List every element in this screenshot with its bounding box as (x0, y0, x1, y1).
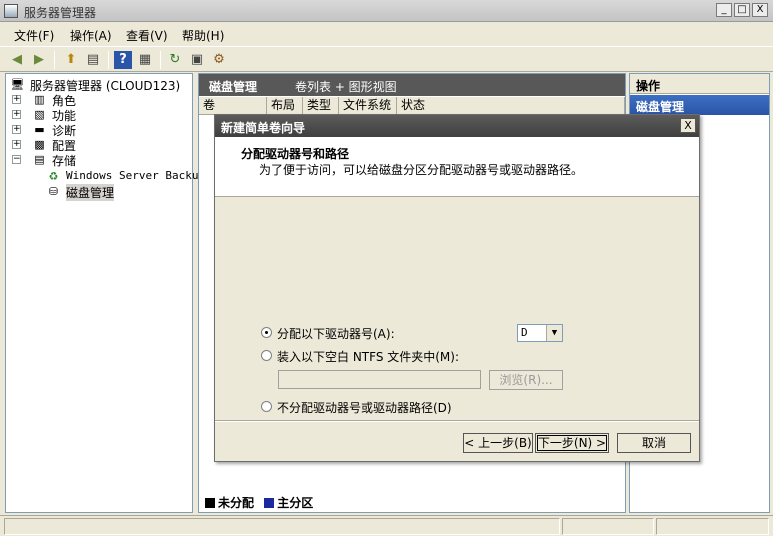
storage-icon: ▤ (34, 153, 45, 166)
navigation-tree: 🖥 服务器管理器 (CLOUD123) + ▥ 角色 + ▧ 功能 + ▬ 诊断… (5, 73, 206, 513)
step-description: 为了便于访问，可以给磁盘分区分配驱动器号或驱动器路径。 (259, 163, 584, 177)
properties-icon[interactable]: ▦ (136, 51, 154, 69)
expand-icon[interactable]: + (12, 95, 21, 104)
toolbar-separator (54, 51, 55, 69)
dialog-header: 分配驱动器号和路径 为了便于访问，可以给磁盘分区分配驱动器号或驱动器路径。 (215, 137, 699, 197)
column-layout[interactable]: 布局 (267, 97, 303, 115)
column-type[interactable]: 类型 (303, 97, 339, 115)
status-bar (0, 515, 773, 536)
window-titlebar: 服务器管理器 _ □ X (0, 0, 773, 22)
server-manager-icon (4, 4, 18, 18)
dialog-title: 新建简单卷向导 (215, 115, 699, 137)
radio-no-assign[interactable] (261, 401, 272, 412)
folder-path-input[interactable] (278, 370, 481, 389)
back-icon[interactable]: ◀ (8, 51, 26, 69)
dialog-separator (215, 420, 699, 422)
menu-action[interactable]: 操作(A) (70, 27, 112, 44)
menu-file[interactable]: 文件(F) (14, 27, 54, 44)
browse-button[interactable]: 浏览(R)... (489, 370, 563, 390)
tree-item-features[interactable]: + ▧ 功能 (12, 107, 182, 123)
disk-legend: 未分配 主分区 (205, 494, 313, 511)
close-button[interactable]: X (752, 3, 768, 17)
actions-header: 操作 (630, 74, 769, 94)
show-hide-tree-icon[interactable]: ▤ (84, 51, 102, 69)
actions-section-disk-management[interactable]: 磁盘管理 (630, 95, 769, 115)
features-icon: ▧ (34, 108, 45, 121)
backup-icon: ♻ (48, 170, 59, 183)
collapse-icon[interactable]: − (12, 155, 21, 164)
export-icon[interactable]: ▣ (188, 51, 206, 69)
disk-icon: ⛁ (48, 185, 59, 198)
expand-icon[interactable]: + (12, 110, 21, 119)
column-status[interactable]: 状态 (397, 97, 625, 115)
next-button[interactable]: 下一步(N) > (535, 433, 609, 453)
dialog-close-button[interactable]: X (680, 118, 696, 133)
tree-item-configuration[interactable]: + ▩ 配置 (12, 137, 182, 153)
cancel-button[interactable]: 取消 (617, 433, 691, 453)
menu-bar: 文件(F) 操作(A) 查看(V) 帮助(H) (0, 22, 773, 46)
legend-primary: 主分区 (277, 496, 314, 510)
configuration-icon: ▩ (34, 138, 45, 151)
legend-unallocated: 未分配 (218, 496, 255, 510)
forward-icon[interactable]: ▶ (30, 51, 48, 69)
tree-item-diagnostics[interactable]: + ▬ 诊断 (12, 122, 182, 138)
expand-icon[interactable]: + (12, 140, 21, 149)
settings-icon[interactable]: ⚙ (210, 51, 228, 69)
view-label: 卷列表 + 图形视图 (295, 80, 397, 94)
toolbar: ◀ ▶ ⬆ ▤ ? ▦ ↻ ▣ ⚙ (0, 46, 773, 72)
tree-item-windows-server-backup[interactable]: ♻ Windows Server Backup (46, 169, 206, 184)
legend-swatch-unallocated (205, 498, 215, 508)
new-simple-volume-wizard: 新建简单卷向导 X 分配驱动器号和路径 为了便于访问，可以给磁盘分区分配驱动器号… (214, 114, 700, 462)
menu-view[interactable]: 查看(V) (126, 27, 168, 44)
pane-title: 磁盘管理 (209, 80, 258, 94)
tree-item-disk-management[interactable]: ⛁ 磁盘管理 (46, 184, 192, 201)
legend-swatch-primary (264, 498, 275, 508)
up-folder-icon[interactable]: ⬆ (62, 51, 80, 69)
roles-icon: ▥ (34, 93, 45, 106)
status-cell (656, 518, 769, 535)
minimize-button[interactable]: _ (716, 3, 732, 17)
tree-item-roles[interactable]: + ▥ 角色 (12, 92, 182, 108)
menu-help[interactable]: 帮助(H) (182, 27, 224, 44)
refresh-icon[interactable]: ↻ (166, 51, 184, 69)
center-header: 磁盘管理 卷列表 + 图形视图 (199, 74, 625, 96)
drive-letter-select[interactable]: D ▼ (517, 324, 563, 342)
diagnostics-icon: ▬ (34, 123, 45, 136)
back-button[interactable]: < 上一步(B) (463, 433, 533, 453)
radio-assign-drive-letter[interactable] (261, 327, 272, 338)
status-cell (4, 518, 560, 535)
status-cell (562, 518, 654, 535)
column-filesystem[interactable]: 文件系统 (339, 97, 397, 115)
dialog-body: 分配以下驱动器号(A): D ▼ 装入以下空白 NTFS 文件夹中(M): 浏览… (215, 198, 699, 420)
maximize-button[interactable]: □ (734, 3, 750, 17)
step-title: 分配驱动器号和路径 (241, 147, 350, 161)
toolbar-separator (108, 51, 109, 69)
help-icon[interactable]: ? (114, 51, 132, 69)
chevron-down-icon[interactable]: ▼ (546, 325, 562, 341)
column-volume[interactable]: 卷 (199, 97, 267, 115)
window-title: 服务器管理器 (24, 6, 97, 20)
radio-mount-folder[interactable] (261, 350, 272, 361)
expand-icon[interactable]: + (12, 125, 21, 134)
server-icon: 🖥 (10, 78, 25, 91)
toolbar-separator (160, 51, 161, 69)
tree-item-storage[interactable]: − ▤ 存储 (12, 152, 182, 168)
